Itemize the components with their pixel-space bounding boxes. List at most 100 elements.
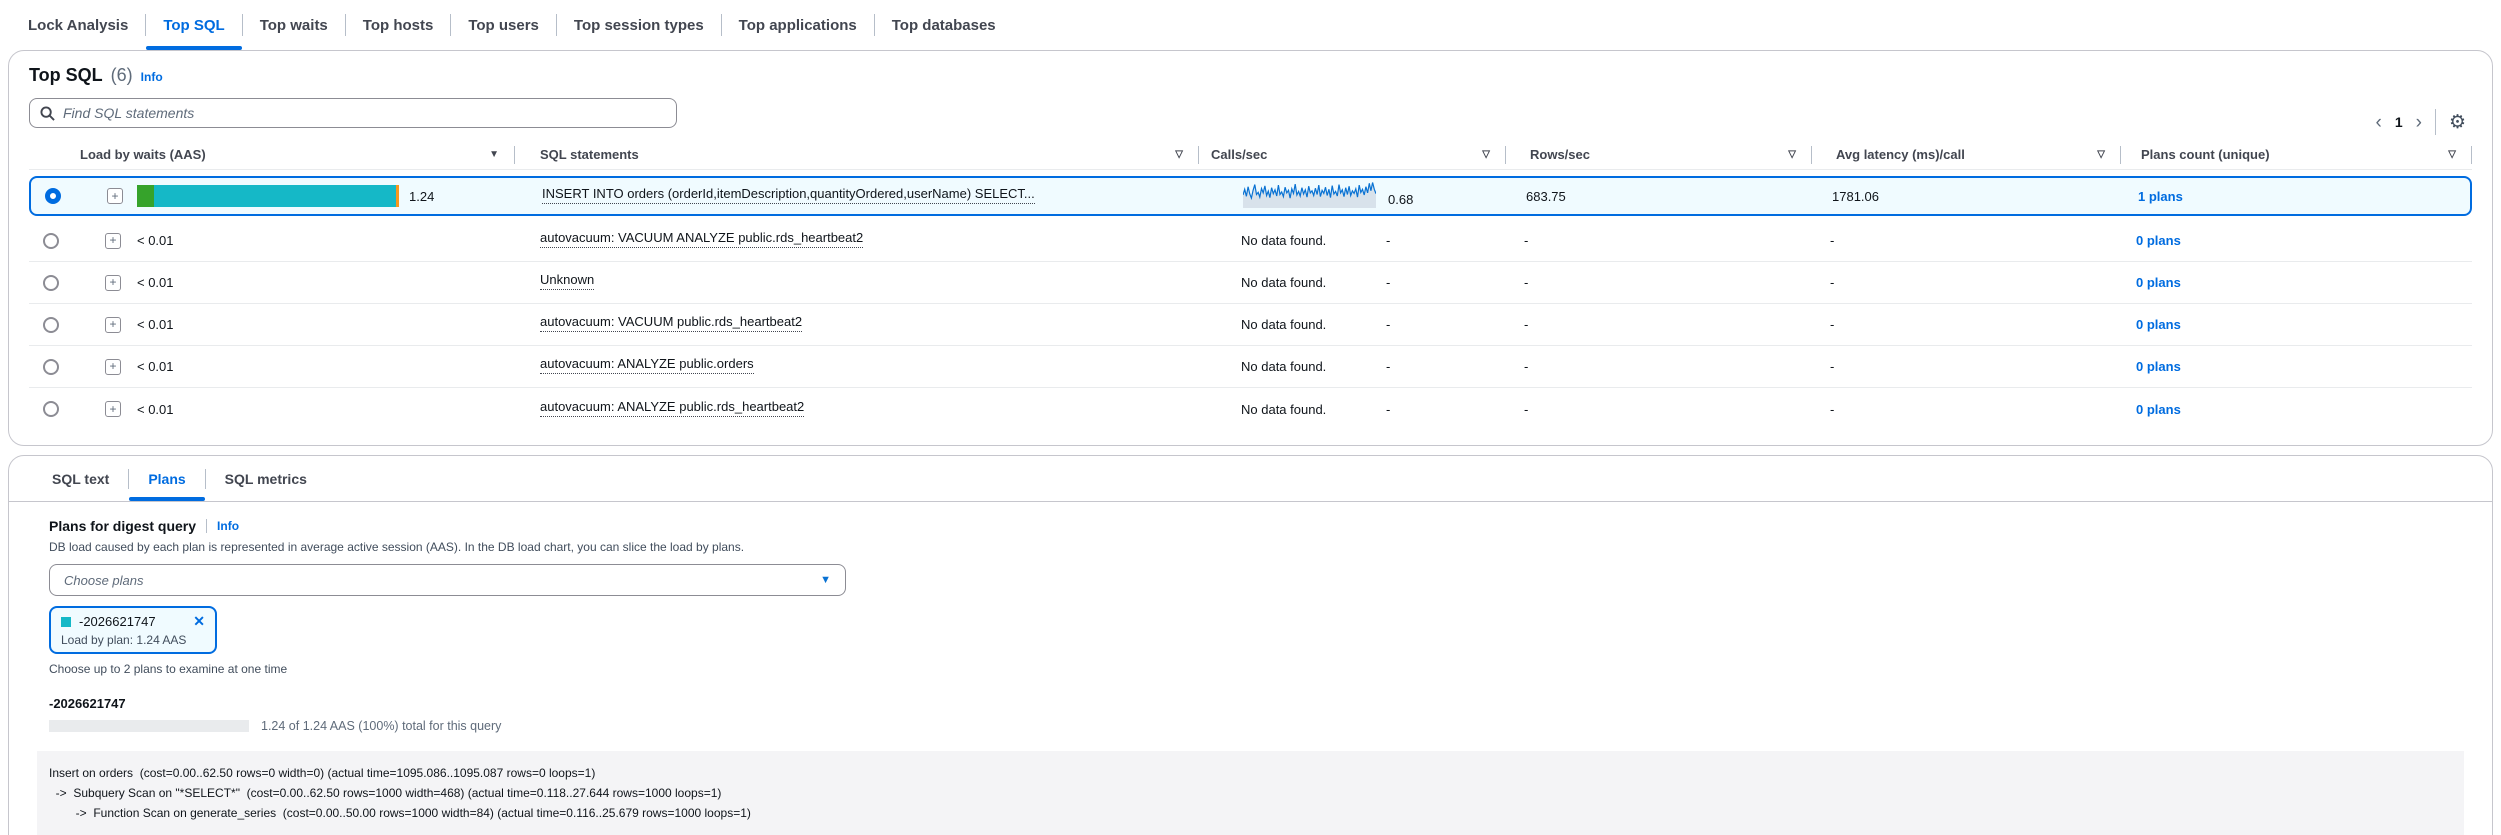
calls-per-sec-value: - (1386, 359, 1390, 374)
token-load-text: Load by plan: 1.24 AAS (61, 633, 205, 647)
rows-per-sec-value: - (1506, 317, 1812, 332)
load-value: < 0.01 (137, 402, 174, 417)
sql-search-box (29, 98, 677, 128)
plan-color-swatch (61, 617, 71, 627)
table-row[interactable]: < 0.01 autovacuum: ANALYZE public.rds_he… (29, 388, 2472, 430)
info-link[interactable]: Info (217, 519, 239, 533)
plans-count-link[interactable]: 0 plans (2136, 233, 2181, 248)
load-value: < 0.01 (137, 275, 174, 290)
sql-statement-link[interactable]: autovacuum: ANALYZE public.rds_heartbeat… (540, 399, 804, 417)
radio-selected[interactable] (45, 188, 61, 204)
tab-sql-text[interactable]: SQL text (33, 456, 128, 501)
choose-plans-dropdown[interactable]: Choose plans ▼ (49, 564, 846, 596)
filter-icon[interactable]: ▽ (1482, 149, 1490, 160)
avg-latency-value: - (1812, 233, 2121, 248)
radio-unselected[interactable] (43, 359, 59, 375)
section-title: Plans for digest query (49, 518, 196, 534)
filter-icon[interactable]: ▽ (2097, 149, 2105, 160)
filter-icon[interactable]: ▽ (1788, 149, 1796, 160)
expand-row-icon[interactable] (105, 233, 121, 249)
sort-descending-icon[interactable]: ▼ (489, 149, 499, 160)
radio-unselected[interactable] (43, 275, 59, 291)
column-label: Rows/sec (1530, 147, 1590, 162)
sql-statement-link[interactable]: INSERT INTO orders (orderId,itemDescript… (542, 186, 1035, 204)
plans-count-link[interactable]: 0 plans (2136, 317, 2181, 332)
tab-top-waits[interactable]: Top waits (243, 0, 345, 50)
gear-icon[interactable]: ⚙ (2449, 113, 2466, 132)
table-row-selected[interactable]: 1.24 INSERT INTO orders (orderId,itemDes… (29, 176, 2472, 216)
calls-no-data-text: No data found. (1241, 402, 1374, 417)
expand-row-icon[interactable] (105, 359, 121, 375)
load-value: < 0.01 (137, 233, 174, 248)
search-input[interactable] (63, 105, 666, 121)
column-label: Avg latency (ms)/call (1836, 147, 1965, 162)
radio-unselected[interactable] (43, 401, 59, 417)
tab-lock-analysis[interactable]: Lock Analysis (28, 0, 145, 50)
pagination-divider (2435, 109, 2436, 135)
plans-count-link[interactable]: 1 plans (2138, 189, 2183, 204)
calls-per-sec-value: 0.68 (1388, 192, 1413, 207)
table-header: Load by waits (AAS) ▼ SQL statements ▽ C… (29, 140, 2472, 170)
rows-per-sec-value: - (1506, 359, 1812, 374)
close-icon[interactable]: ✕ (177, 613, 205, 630)
expand-row-icon[interactable] (105, 401, 121, 417)
filter-icon[interactable]: ▽ (2448, 149, 2456, 160)
table-row[interactable]: < 0.01 autovacuum: VACUUM public.rds_hea… (29, 304, 2472, 346)
sql-detail-panel: SQL text Plans SQL metrics Plans for dig… (8, 455, 2493, 835)
info-link[interactable]: Info (141, 70, 163, 84)
plans-count-link[interactable]: 0 plans (2136, 275, 2181, 290)
tab-top-databases[interactable]: Top databases (875, 0, 1013, 50)
column-header-rows[interactable]: Rows/sec ▽ (1506, 140, 1812, 169)
tab-top-session-types[interactable]: Top session types (557, 0, 721, 50)
search-icon (40, 106, 55, 121)
tab-top-applications[interactable]: Top applications (722, 0, 874, 50)
column-header-latency[interactable]: Avg latency (ms)/call ▽ (1812, 140, 2121, 169)
column-label: Calls/sec (1211, 147, 1267, 162)
plans-count-link[interactable]: 0 plans (2136, 359, 2181, 374)
expand-row-icon[interactable] (105, 275, 121, 291)
plan-line: -> Subquery Scan on "*SELECT*" (cost=0.0… (49, 783, 2448, 803)
tab-top-sql[interactable]: Top SQL (146, 0, 241, 50)
tab-plans[interactable]: Plans (129, 456, 204, 501)
plan-line: -> Function Scan on generate_series (cos… (49, 803, 2448, 823)
column-label: Load by waits (AAS) (80, 147, 206, 162)
page-number[interactable]: 1 (2395, 114, 2403, 130)
radio-unselected[interactable] (43, 233, 59, 249)
pagination: ‹ 1 › ⚙ (2376, 107, 2467, 137)
tab-top-users[interactable]: Top users (451, 0, 556, 50)
plan-load-row: 1.24 of 1.24 AAS (100%) total for this q… (49, 719, 2452, 733)
sql-statement-link[interactable]: autovacuum: VACUUM ANALYZE public.rds_he… (540, 230, 863, 248)
table-row[interactable]: < 0.01 Unknown No data found. - - - 0 pl… (29, 262, 2472, 304)
avg-latency-value: - (1812, 317, 2121, 332)
column-header-sql[interactable]: SQL statements ▽ (515, 140, 1199, 169)
filter-icon[interactable]: ▽ (1175, 149, 1183, 160)
next-page-icon[interactable]: › (2416, 113, 2422, 132)
column-header-plans[interactable]: Plans count (unique) ▽ (2121, 140, 2472, 169)
calls-no-data-text: No data found. (1241, 275, 1374, 290)
radio-unselected[interactable] (43, 317, 59, 333)
plans-tab-content: Plans for digest query Info DB load caus… (9, 502, 2492, 835)
load-value: 1.24 (409, 189, 434, 204)
caret-down-icon: ▼ (820, 574, 831, 586)
column-header-calls[interactable]: Calls/sec ▽ (1199, 140, 1506, 169)
previous-page-icon[interactable]: ‹ (2376, 113, 2382, 132)
tab-sql-metrics[interactable]: SQL metrics (206, 456, 326, 501)
sql-statement-link[interactable]: autovacuum: VACUUM public.rds_heartbeat2 (540, 314, 802, 332)
top-sql-panel: Top SQL (6) Info ‹ 1 › ⚙ Load by waits (… (8, 50, 2493, 446)
sql-statement-link[interactable]: Unknown (540, 272, 594, 290)
expand-row-icon[interactable] (107, 188, 123, 204)
tab-top-hosts[interactable]: Top hosts (346, 0, 451, 50)
sql-statement-link[interactable]: autovacuum: ANALYZE public.orders (540, 356, 754, 374)
rows-per-sec-value: 683.75 (1508, 189, 1814, 204)
table-row[interactable]: < 0.01 autovacuum: VACUUM ANALYZE public… (29, 220, 2472, 262)
avg-latency-value: 1781.06 (1814, 189, 2123, 204)
column-header-load[interactable]: Load by waits (AAS) ▼ (73, 140, 515, 169)
calls-per-sec-value: - (1386, 402, 1390, 417)
calls-no-data-text: No data found. (1241, 233, 1374, 248)
dropdown-placeholder: Choose plans (64, 573, 144, 588)
table-row[interactable]: < 0.01 autovacuum: ANALYZE public.orders… (29, 346, 2472, 388)
expand-row-icon[interactable] (105, 317, 121, 333)
load-value: < 0.01 (137, 317, 174, 332)
plans-count-link[interactable]: 0 plans (2136, 402, 2181, 417)
rows-per-sec-value: - (1506, 275, 1812, 290)
